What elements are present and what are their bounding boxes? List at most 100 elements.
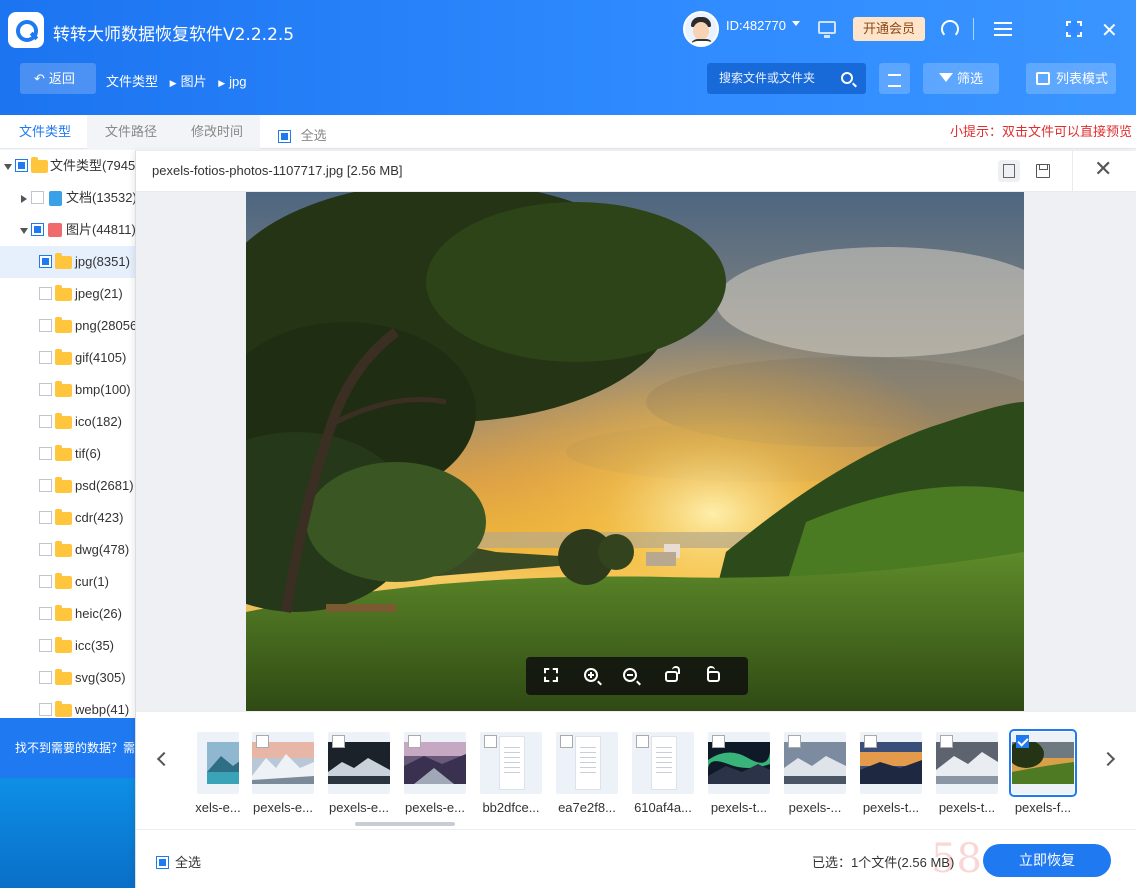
tree-checkbox[interactable] xyxy=(39,255,52,268)
vip-button[interactable]: 开通会员 xyxy=(853,17,925,41)
tree-checkbox[interactable] xyxy=(39,575,52,588)
breadcrumb-item[interactable]: 图片 xyxy=(181,74,207,89)
thumbnail[interactable] xyxy=(936,732,998,794)
close-preview-icon[interactable]: ✕ xyxy=(1094,157,1112,182)
user-id[interactable]: ID:482770 xyxy=(726,18,786,33)
scrollbar[interactable] xyxy=(355,822,455,826)
rotate-right-icon[interactable] xyxy=(707,666,720,682)
collapse-icon[interactable] xyxy=(4,164,12,170)
tree-item-dwg[interactable]: dwg(478) xyxy=(0,534,135,566)
thumbnail-checkbox[interactable] xyxy=(484,735,497,748)
help-banner[interactable]: 找不到需要的数据？需 xyxy=(0,718,135,778)
tree-item-cdr[interactable]: cdr(423) xyxy=(0,502,135,534)
tree-item-png[interactable]: png(28056 xyxy=(0,310,135,342)
tree-checkbox[interactable] xyxy=(39,447,52,460)
thumbnail-checkbox[interactable] xyxy=(864,735,877,748)
tree-item-jpeg[interactable]: jpeg(21) xyxy=(0,278,135,310)
thumbnail-checkbox[interactable] xyxy=(788,735,801,748)
tree-item-documents[interactable]: 文档(13532) xyxy=(0,182,135,214)
tree-checkbox[interactable] xyxy=(39,639,52,652)
tab-file-type[interactable]: 文件类型 xyxy=(19,115,71,149)
thumbnail-checkbox[interactable] xyxy=(256,735,269,748)
close-icon[interactable]: ✕ xyxy=(1101,18,1118,42)
tree-item-images[interactable]: 图片(44811) xyxy=(0,214,135,246)
monitor-icon[interactable] xyxy=(818,21,836,38)
thumbnail[interactable] xyxy=(784,732,846,794)
thumbnail[interactable] xyxy=(632,732,694,794)
breadcrumb-item[interactable]: 文件类型 xyxy=(106,74,158,89)
thumbnail-checkbox[interactable] xyxy=(1016,735,1029,748)
tree-item-file-type[interactable]: 文件类型(79451 xyxy=(0,150,135,182)
back-button[interactable]: ↶ 返回 xyxy=(20,63,96,94)
chevron-down-icon[interactable] xyxy=(792,21,800,26)
tree-checkbox[interactable] xyxy=(39,607,52,620)
recover-button[interactable]: 立即恢复 xyxy=(983,844,1111,877)
tree-checkbox[interactable] xyxy=(39,287,52,300)
tab-file-path[interactable]: 文件路径 xyxy=(105,115,157,149)
thumbnail[interactable] xyxy=(480,732,542,794)
tree-item-psd[interactable]: psd(2681) xyxy=(0,470,135,502)
tree-item-jpg[interactable]: jpg(8351) xyxy=(0,246,135,278)
search-icon[interactable] xyxy=(841,72,853,84)
select-all-checkbox[interactable] xyxy=(278,130,291,144)
collapse-icon[interactable] xyxy=(20,228,28,234)
tree-checkbox[interactable] xyxy=(31,223,44,236)
tree-item-heic[interactable]: heic(26) xyxy=(0,598,135,630)
tree-checkbox[interactable] xyxy=(39,351,52,364)
save-icon[interactable] xyxy=(1036,164,1050,178)
tree-checkbox[interactable] xyxy=(39,383,52,396)
thumbnail[interactable] xyxy=(404,732,466,794)
thumbnail-checkbox[interactable] xyxy=(408,735,421,748)
tree-item-gif[interactable]: gif(4105) xyxy=(0,342,135,374)
thumbnail[interactable] xyxy=(860,732,922,794)
tree-item-tif[interactable]: tif(6) xyxy=(0,438,135,470)
thumbnail-checkbox[interactable] xyxy=(332,735,345,748)
maximize-icon[interactable] xyxy=(1066,21,1082,37)
thumbnail-checkbox[interactable] xyxy=(940,735,953,748)
tree-checkbox[interactable] xyxy=(39,319,52,332)
tree-checkbox[interactable] xyxy=(39,703,52,716)
thumbnail[interactable] xyxy=(708,732,770,794)
thumbnail-checkbox[interactable] xyxy=(560,735,573,748)
locate-file-icon[interactable] xyxy=(998,160,1020,182)
thumbnail[interactable] xyxy=(556,732,618,794)
thumbnail-checkbox[interactable] xyxy=(712,735,725,748)
select-all-checkbox[interactable] xyxy=(156,856,169,869)
tree-item-ico[interactable]: ico(182) xyxy=(0,406,135,438)
rotate-left-icon[interactable] xyxy=(665,666,680,682)
breadcrumb-item[interactable]: jpg xyxy=(229,74,246,89)
chevron-left-icon[interactable] xyxy=(156,751,172,767)
thumbnail[interactable] xyxy=(197,732,239,794)
tree-item-icc[interactable]: icc(35) xyxy=(0,630,135,662)
tab-modified-time[interactable]: 修改时间 xyxy=(191,115,243,149)
tree-checkbox[interactable] xyxy=(31,191,44,204)
tree-item-cur[interactable]: cur(1) xyxy=(0,566,135,598)
zoom-in-icon[interactable] xyxy=(584,668,598,682)
thumbnail[interactable] xyxy=(252,732,314,794)
zoom-out-icon[interactable] xyxy=(623,668,637,682)
view-mode-button[interactable]: 列表模式 xyxy=(1026,63,1116,94)
tree-checkbox[interactable] xyxy=(39,671,52,684)
thumbnail[interactable] xyxy=(328,732,390,794)
select-all-bottom[interactable]: 全选 xyxy=(156,852,201,871)
tree-checkbox[interactable] xyxy=(39,511,52,524)
support-icon[interactable] xyxy=(941,20,959,38)
fit-screen-icon[interactable] xyxy=(544,668,558,682)
tree-checkbox[interactable] xyxy=(15,159,28,172)
tree-checkbox[interactable] xyxy=(39,415,52,428)
menu-icon[interactable] xyxy=(994,22,1012,36)
sort-button[interactable] xyxy=(879,63,910,94)
tree-item-bmp[interactable]: bmp(100) xyxy=(0,374,135,406)
tree-item-svg[interactable]: svg(305) xyxy=(0,662,135,694)
chevron-right-icon[interactable] xyxy=(1100,751,1116,767)
tree-item-webp[interactable]: webp(41) xyxy=(0,694,135,718)
tree-checkbox[interactable] xyxy=(39,479,52,492)
thumbnail-selected[interactable] xyxy=(1009,729,1077,797)
search-input[interactable]: 搜索文件或文件夹 xyxy=(707,63,866,94)
tree-checkbox[interactable] xyxy=(39,543,52,556)
expand-icon[interactable] xyxy=(21,195,27,203)
thumbnail-checkbox[interactable] xyxy=(636,735,649,748)
user-avatar[interactable] xyxy=(683,11,719,47)
filter-button[interactable]: 筛选 xyxy=(923,63,999,94)
select-all-top[interactable]: 全选 xyxy=(278,125,327,144)
